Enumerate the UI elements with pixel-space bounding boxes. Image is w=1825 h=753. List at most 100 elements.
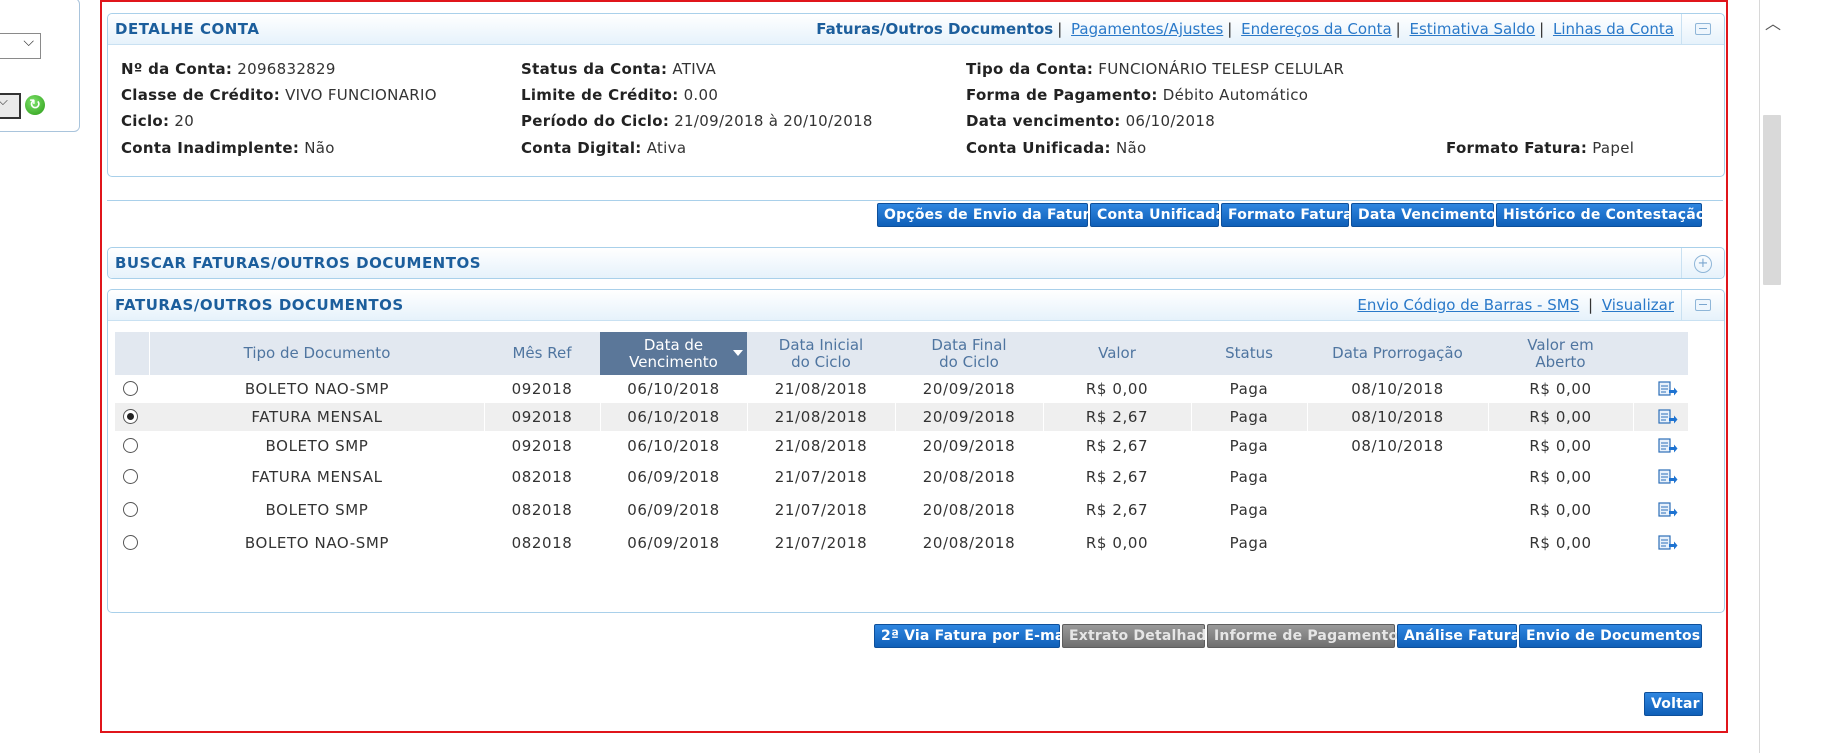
cell-doc-type: BOLETO NAO-SMP <box>244 380 390 398</box>
cell-extension-date: 08/10/2018 <box>1351 380 1444 398</box>
account-detail-header: DETALHE CONTA Faturas/Outros Documentos |… <box>108 14 1724 45</box>
table-row[interactable]: BOLETO SMP 082018 06/09/2018 21/07/2018 20/0… <box>115 496 1688 524</box>
send-documents-button[interactable]: Envio de Documentos <box>1519 624 1702 648</box>
view-document-icon[interactable] <box>1658 502 1678 518</box>
cell-due-date: 06/10/2018 <box>600 403 748 431</box>
cycle: Ciclo: 20 <box>121 112 195 130</box>
send-options-button[interactable]: Opções de Envio da Fatura <box>877 203 1099 227</box>
expand-toggle[interactable]: + <box>1681 248 1724 278</box>
cell-cycle-start: 21/08/2018 <box>774 437 868 455</box>
link-addresses[interactable]: Endereços da Conta <box>1241 20 1392 38</box>
cell-open-value: R$ 0,00 <box>1488 403 1634 431</box>
link-sms-barcode[interactable]: Envio Código de Barras - SMS <box>1357 296 1579 314</box>
view-document-icon[interactable] <box>1658 381 1678 397</box>
link-payments[interactable]: Pagamentos/Ajustes <box>1071 20 1223 38</box>
row-select-radio[interactable] <box>123 409 138 424</box>
cell-status: Paga <box>1229 380 1269 398</box>
email-invoice-button[interactable]: 2ª Via Fatura por E-mail <box>874 624 1074 648</box>
scroll-up-icon[interactable]: ︿ <box>1765 10 1781 34</box>
cell-open-value: R$ 0,00 <box>1529 437 1592 455</box>
divider <box>107 200 1723 201</box>
invoice-analysis-button[interactable]: Análise Fatura <box>1397 624 1520 648</box>
due-date-button[interactable]: Data Vencimento <box>1351 203 1496 227</box>
table-row[interactable]: BOLETO NAO-SMP 092018 06/10/2018 21/08/2018… <box>115 375 1688 403</box>
col-cycle-end[interactable]: Data Final do Ciclo <box>895 332 1043 375</box>
invoices-links: Envio Código de Barras - SMS | Visualiza… <box>1357 296 1674 314</box>
link-balance[interactable]: Estimativa Saldo <box>1410 20 1536 38</box>
col-open-value[interactable]: Valor em Aberto <box>1488 332 1633 375</box>
invoices-table-header: Tipo de Documento Mês Ref Data de Vencime… <box>115 332 1688 375</box>
view-document-icon[interactable] <box>1658 469 1678 485</box>
cell-doc-type: BOLETO NAO-SMP <box>244 534 390 552</box>
defaulting-account: Conta Inadimplente: Não <box>121 139 335 157</box>
payment-report-button: Informe de Pagamento <box>1207 624 1398 648</box>
chevron-down-icon: ⌵ <box>23 34 34 50</box>
cell-ref-month: 082018 <box>511 534 573 552</box>
cell-extension-date: 08/10/2018 <box>1351 437 1444 455</box>
table-row[interactable]: FATURA MENSAL 092018 06/10/2018 21/08/2018 2… <box>115 403 1688 431</box>
collapse-toggle[interactable] <box>1681 290 1724 320</box>
row-select-radio[interactable] <box>123 469 138 484</box>
table-row[interactable]: FATURA MENSAL 082018 06/09/2018 21/07/2018 2… <box>115 463 1688 491</box>
cell-cycle-end: 20/09/2018 <box>922 380 1016 398</box>
cycle-period: Período do Ciclo: 21/09/2018 à 20/10/201… <box>521 112 873 130</box>
digital-account: Conta Digital: Ativa <box>521 139 687 157</box>
link-view[interactable]: Visualizar <box>1602 296 1674 314</box>
cell-cycle-end: 20/09/2018 <box>895 403 1044 431</box>
cell-open-value: R$ 0,00 <box>1529 534 1592 552</box>
collapse-toggle[interactable] <box>1681 14 1724 44</box>
contest-history-button[interactable]: Histórico de Contestação <box>1496 203 1706 227</box>
row-select-radio[interactable] <box>123 381 138 396</box>
row-select-radio[interactable] <box>123 438 138 453</box>
cell-status: Paga <box>1229 534 1269 552</box>
cell-due-date: 06/09/2018 <box>627 501 720 519</box>
cell-status: Paga <box>1191 403 1308 431</box>
credit-class: Classe de Crédito: VIVO FUNCIONARIO <box>121 86 437 104</box>
cell-ref-month: 092018 <box>511 437 573 455</box>
link-invoices[interactable]: Faturas/Outros Documentos <box>816 20 1053 38</box>
back-button[interactable]: Voltar <box>1644 692 1703 716</box>
col-extension-date[interactable]: Data Prorrogação <box>1307 332 1488 375</box>
search-invoices-panel: BUSCAR FATURAS/OUTROS DOCUMENTOS + <box>107 247 1725 279</box>
col-doc-type[interactable]: Tipo de Documento <box>150 332 484 375</box>
cell-due-date: 06/09/2018 <box>627 534 720 552</box>
view-document-icon[interactable] <box>1658 438 1678 454</box>
cell-due-date: 06/10/2018 <box>627 437 720 455</box>
cell-extension-date: 08/10/2018 <box>1307 403 1489 431</box>
view-document-icon[interactable] <box>1658 535 1678 551</box>
col-status[interactable]: Status <box>1191 332 1307 375</box>
table-row[interactable]: BOLETO SMP 092018 06/10/2018 21/08/2018 20/0… <box>115 432 1688 460</box>
col-cycle-start[interactable]: Data Inicial do Ciclo <box>747 332 895 375</box>
view-document-icon[interactable] <box>1658 409 1678 425</box>
unified-account-button[interactable]: Conta Unificada <box>1090 203 1225 227</box>
vertical-scrollbar[interactable]: ︿ <box>1759 0 1787 753</box>
scrollbar-thumb[interactable] <box>1763 115 1781 285</box>
cell-value: R$ 2,67 <box>1043 403 1192 431</box>
detailed-statement-button: Extrato Detalhado <box>1062 624 1216 648</box>
cell-doc-type: BOLETO SMP <box>265 437 369 455</box>
row-select-radio[interactable] <box>123 535 138 550</box>
cell-value: R$ 0,00 <box>1085 534 1149 552</box>
cell-open-value: R$ 0,00 <box>1529 501 1592 519</box>
collapse-icon <box>1695 299 1711 311</box>
refresh-icon[interactable]: ↻ <box>25 95 45 115</box>
side-select-small[interactable]: ⌵ <box>0 93 21 119</box>
plus-icon: + <box>1694 255 1712 273</box>
collapse-icon <box>1695 23 1711 35</box>
side-label: l: <box>0 65 1 80</box>
col-value[interactable]: Valor <box>1043 332 1191 375</box>
table-row[interactable]: BOLETO NAO-SMP 082018 06/09/2018 21/07/2018… <box>115 529 1688 557</box>
cell-value: R$ 2,67 <box>1085 501 1149 519</box>
account-type: Tipo da Conta: FUNCIONÁRIO TELESP CELULA… <box>966 60 1345 78</box>
col-ref-month[interactable]: Mês Ref <box>484 332 600 375</box>
search-invoices-header[interactable]: BUSCAR FATURAS/OUTROS DOCUMENTOS + <box>108 248 1724 278</box>
cell-cycle-start: 21/08/2018 <box>774 380 868 398</box>
row-select-radio[interactable] <box>123 502 138 517</box>
col-due-date[interactable]: Data de Vencimento <box>600 332 747 375</box>
chevron-down-icon: ⌵ <box>0 94 8 109</box>
link-lines[interactable]: Linhas da Conta <box>1553 20 1674 38</box>
side-select[interactable]: ⌵ <box>0 33 41 59</box>
invoice-format-button[interactable]: Formato Fatura <box>1221 203 1353 227</box>
cell-status: Paga <box>1229 468 1269 486</box>
cell-ref-month: 082018 <box>511 501 573 519</box>
